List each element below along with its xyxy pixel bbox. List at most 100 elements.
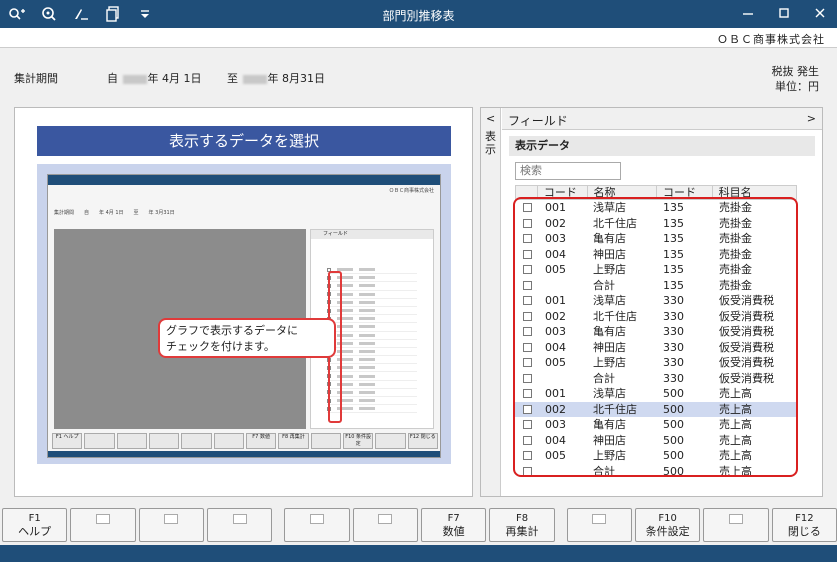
column-header[interactable]: 名称 <box>588 186 658 199</box>
function-key[interactable]: F12 閉じる <box>771 508 837 542</box>
function-key[interactable] <box>284 508 350 542</box>
table-row[interactable]: 003 亀有店 330 仮受消費税 <box>515 324 797 340</box>
table-row[interactable]: 004 神田店 500 売上高 <box>515 433 797 449</box>
table-row[interactable]: 005 上野店 500 売上高 <box>515 448 797 464</box>
fkey-gap <box>558 508 564 544</box>
table-cell: 売掛金 <box>719 216 752 230</box>
row-checkbox[interactable] <box>523 296 532 305</box>
table-cell: 神田店 <box>593 247 626 261</box>
table-cell: 売掛金 <box>719 263 752 276</box>
table-cell: 合計 <box>593 371 615 385</box>
callout-line2: チェックを付けます。 <box>166 340 275 353</box>
table-body: 001 浅草店 135 売掛金 002 北千住店 135 売掛金 003 亀有店 135 売掛金 004… <box>515 200 797 479</box>
row-checkbox[interactable] <box>523 373 532 383</box>
chevron-left-icon[interactable]: < <box>486 112 495 125</box>
row-checkbox[interactable] <box>523 249 532 259</box>
row-checkbox[interactable] <box>523 389 532 398</box>
minimize-icon[interactable] <box>741 4 755 22</box>
table-cell: 135 <box>663 216 684 230</box>
display-tab[interactable]: < 表示 <box>481 108 501 496</box>
table-row[interactable]: 002 北千住店 330 仮受消費税 <box>515 309 797 325</box>
row-checkbox[interactable] <box>523 280 532 290</box>
row-checkbox[interactable] <box>523 218 532 228</box>
table-cell: 005 <box>545 356 566 369</box>
guide-callout: グラフで表示するデータに チェックを付けます。 <box>158 318 336 358</box>
table-row[interactable]: 002 北千住店 135 売掛金 <box>515 216 797 232</box>
table-cell: 330 <box>663 294 684 307</box>
function-key[interactable] <box>703 508 769 542</box>
column-header[interactable]: コード <box>538 186 588 199</box>
mini-fkey: F1 ヘルプ <box>52 433 83 449</box>
table-row[interactable]: 002 北千住店 500 売上高 <box>515 401 797 418</box>
table-cell: 135 <box>663 278 684 292</box>
function-key[interactable] <box>566 508 632 542</box>
mini-name-placeholder <box>359 341 375 345</box>
table-cell: 003 <box>545 418 566 431</box>
row-checkbox[interactable] <box>523 327 532 336</box>
table-cell: 004 <box>545 340 566 354</box>
table-row[interactable]: 003 亀有店 500 売上高 <box>515 417 797 433</box>
function-key[interactable] <box>207 508 273 542</box>
checkbox-cell <box>515 433 537 449</box>
row-checkbox[interactable] <box>523 203 532 212</box>
row-checkbox[interactable] <box>523 466 532 476</box>
table-row[interactable]: 003 亀有店 135 売掛金 <box>515 231 797 247</box>
row-checkbox[interactable] <box>523 311 532 321</box>
row-checkbox[interactable] <box>523 342 532 352</box>
report-header: 集計期間 自 年 4月 1日 至 年 8月31日 税抜 発生 単位：円 <box>0 48 837 98</box>
table-cell: 500 <box>663 418 684 431</box>
table-row[interactable]: 005 上野店 330 仮受消費税 <box>515 355 797 371</box>
function-key[interactable] <box>70 508 136 542</box>
guide-banner: 表示するデータを選択 <box>37 126 451 156</box>
function-key[interactable]: F7 数値 <box>421 508 487 542</box>
row-checkbox[interactable] <box>523 451 532 460</box>
close-icon[interactable] <box>813 4 827 22</box>
table-cell: 001 <box>545 201 566 214</box>
table-cell: 001 <box>545 387 566 400</box>
display-data-title: 表示データ <box>509 136 815 156</box>
mini-name-placeholder <box>359 366 375 370</box>
column-header[interactable] <box>516 186 538 199</box>
row-checkbox[interactable] <box>523 420 532 429</box>
table-cell <box>537 371 587 387</box>
table-cell: 001 <box>545 294 566 307</box>
table-row[interactable]: 004 神田店 330 仮受消費税 <box>515 340 797 356</box>
mini-fkey <box>310 433 341 449</box>
row-checkbox[interactable] <box>523 234 532 243</box>
row-checkbox[interactable] <box>523 404 532 414</box>
table-cell: 北千住店 <box>593 309 637 323</box>
function-key[interactable]: F10 条件設定 <box>634 508 701 542</box>
table-row[interactable]: 001 浅草店 500 売上高 <box>515 386 797 402</box>
table-row[interactable]: 合計 135 売掛金 <box>515 278 797 294</box>
function-key[interactable]: F1 ヘルプ <box>2 508 68 542</box>
table-row[interactable]: 合計 330 仮受消費税 <box>515 371 797 387</box>
column-header[interactable]: コード <box>657 186 713 199</box>
row-checkbox[interactable] <box>523 265 532 274</box>
function-key[interactable] <box>138 508 205 542</box>
callout-line1: グラフで表示するデータに <box>166 324 298 337</box>
table-row[interactable]: 004 神田店 135 売掛金 <box>515 247 797 263</box>
period-label: 集計期間 <box>14 72 58 85</box>
table-row[interactable]: 005 上野店 135 売掛金 <box>515 262 797 278</box>
checkbox-cell <box>515 402 537 418</box>
table-cell: 135 <box>663 247 684 261</box>
window-title: 部門別推移表 <box>382 9 455 23</box>
fkey-blank <box>728 514 743 524</box>
function-key[interactable] <box>352 508 418 542</box>
table-cell: 330 <box>663 325 684 338</box>
fkey-number: F7 <box>447 513 460 524</box>
fkey-blank <box>232 514 247 524</box>
maximize-icon[interactable] <box>777 4 791 22</box>
table-row[interactable]: 001 浅草店 135 売掛金 <box>515 200 797 216</box>
table-cell: 仮受消費税 <box>719 356 774 369</box>
row-checkbox[interactable] <box>523 435 532 445</box>
function-key[interactable]: F8 再集計 <box>489 508 555 542</box>
table-row[interactable]: 001 浅草店 330 仮受消費税 <box>515 293 797 309</box>
table-row[interactable]: 合計 500 売上高 <box>515 464 797 480</box>
row-checkbox[interactable] <box>523 358 532 367</box>
chevron-right-icon[interactable]: > <box>807 112 816 125</box>
mini-fkey <box>116 433 147 449</box>
column-header[interactable]: 科目名 <box>713 186 796 199</box>
table-cell: 500 <box>663 433 684 447</box>
search-input[interactable]: 検索 <box>515 162 621 180</box>
